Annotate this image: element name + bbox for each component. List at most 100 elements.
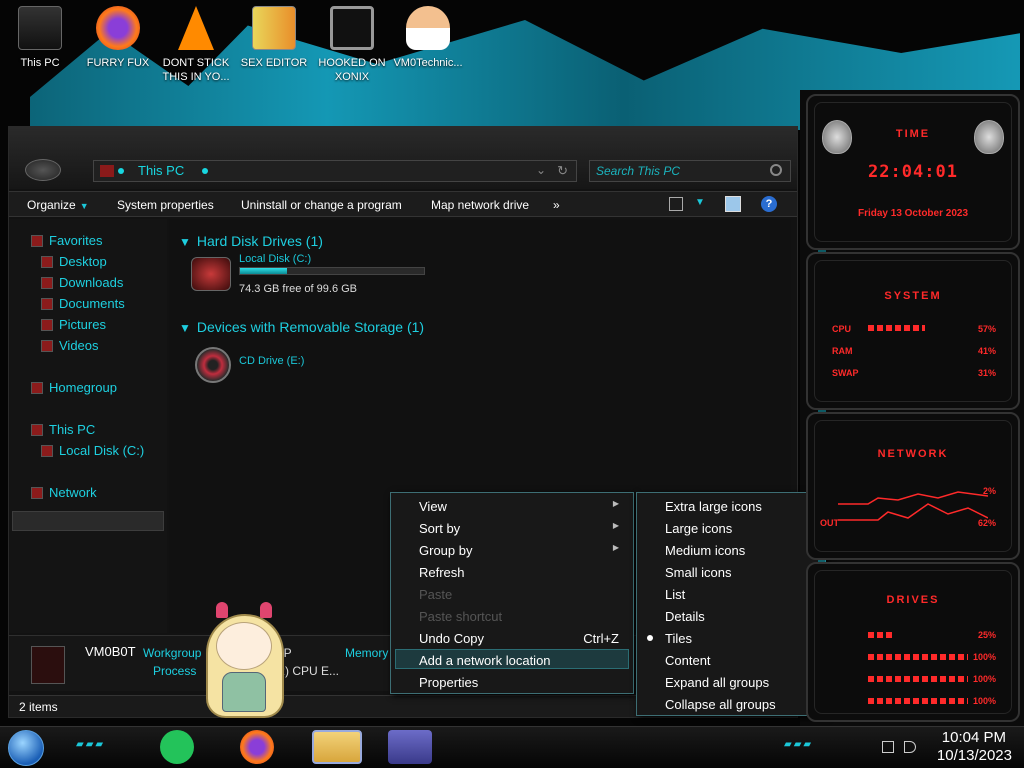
control-panel-icon[interactable] [388,730,432,764]
nav-videos[interactable]: Videos [41,338,99,353]
window-header: This PC ⌄ ↻ Search This PC [9,127,797,189]
nav-network[interactable]: Network [31,485,97,500]
nav-this-pc[interactable]: This PC [31,422,95,437]
memory-label: Memory [345,646,389,660]
search-input[interactable]: Search This PC [589,160,791,182]
menu-item-add-network-location[interactable]: Add a network location [419,653,551,668]
menu-item-refresh[interactable]: Refresh [419,565,465,580]
taskbar-time[interactable]: 10:04 PM [942,729,1006,746]
more-commands-button[interactable]: » [553,198,560,212]
nav-desktop[interactable]: Desktop [41,254,107,269]
navigation-pane: Favorites Desktop Downloads Documents Pi… [9,219,167,633]
map-network-drive-button[interactable]: Map network drive [431,198,529,212]
volume-tray-icon[interactable] [904,741,916,753]
notes-app-icon[interactable] [160,730,194,764]
menu-item-sort-by[interactable]: Sort by ▶ [419,521,627,536]
back-forward-button[interactable] [25,159,61,181]
view-submenu: Extra large icons Large icons Medium ico… [636,492,826,716]
view-details[interactable]: Details [665,609,705,624]
menu-item-paste-shortcut[interactable]: Paste shortcut [419,609,502,624]
view-large-icons[interactable]: Large icons [665,521,732,536]
file-explorer-icon[interactable] [312,730,362,764]
favorites-icon [31,235,43,247]
command-bar: Organize ▼ System properties Uninstall or… [9,191,797,217]
expand-all-groups[interactable]: Expand all groups [665,675,769,690]
nav-documents[interactable]: Documents [41,296,125,311]
chevron-down-icon: ▼ [179,235,191,249]
nav-pictures[interactable]: Pictures [41,317,106,332]
desktop-icon-vlc[interactable]: DONT STICK THIS IN YO... [156,6,236,84]
desktop-icon-hex-editor[interactable]: SEX EDITOR [234,6,314,70]
group-header-hard-disk[interactable]: ▼ Hard Disk Drives (1) [179,233,323,249]
selected-radio-icon [647,635,653,641]
pictures-folder-icon [41,319,53,331]
network-icon [31,487,43,499]
view-small-icons[interactable]: Small icons [665,565,731,580]
sticker-horn-right [260,602,272,618]
sticker-horn-left [216,602,228,618]
change-view-icon[interactable] [669,197,683,211]
time-gadget: TIME 22:04:01 Friday 13 October 2023 [806,94,1020,250]
view-content[interactable]: Content [665,653,711,668]
view-dropdown-icon[interactable]: ▼ [695,197,705,208]
menu-item-group-by[interactable]: Group by ▶ [419,543,627,558]
menu-item-paste[interactable]: Paste [419,587,452,602]
refresh-icon[interactable]: ↻ [557,163,568,179]
drive-usage-value: 100% [972,674,996,684]
collapse-all-groups[interactable]: Collapse all groups [665,697,776,712]
drive-usage-bar [239,267,425,275]
computer-name: VM0B0T [85,644,136,659]
documents-folder-icon [41,298,53,310]
taskbar-decoration: ▰▰▰ [784,739,814,750]
cpu-label: CPU [832,324,852,334]
view-list[interactable]: List [665,587,685,602]
view-tiles[interactable]: Tiles [665,631,692,646]
desktop-folder-icon [41,256,53,268]
desktop-icon-xonix[interactable]: HOOKED ON XONIX [312,6,392,84]
chevron-down-icon[interactable]: ⌄ [536,163,546,177]
system-gadget: SYSTEM CPU 57% RAM 41% SWAP 31% [806,252,1020,410]
uninstall-program-button[interactable]: Uninstall or change a program [241,198,402,212]
drive-name: Local Disk (C:) [239,253,312,265]
address-text: This PC [138,163,185,178]
desktop-icon-this-pc[interactable]: This PC [0,6,80,70]
ram-value: 41% [977,346,996,356]
star-butterfly-sticker [196,600,292,724]
desktop-icon-firefox[interactable]: FURRY FUX [78,6,158,70]
menu-item-undo-copy[interactable]: Undo Copy Ctrl+Z [419,631,633,646]
menu-item-view[interactable]: View ▶ [419,499,627,514]
organize-button[interactable]: Organize ▼ [27,198,89,212]
firefox-icon[interactable] [240,730,274,764]
this-pc-icon [100,165,114,177]
search-icon [770,164,782,176]
firefox-icon [96,6,140,50]
address-bar[interactable]: This PC ⌄ ↻ [93,160,577,182]
preview-pane-icon[interactable] [725,196,741,212]
hard-drive-icon [191,257,231,291]
taskbar: ▰▰▰ ▰▰▰ 10:04 PM 10/13/2023 [0,726,1024,768]
submenu-arrow-icon: ▶ [612,543,619,552]
taskbar-date[interactable]: 10/13/2023 [937,747,1012,764]
system-properties-button[interactable]: System properties [117,198,214,212]
drive-usage-bar [868,654,968,660]
hard-drive-icon [41,445,53,457]
start-orb-icon[interactable] [8,730,44,766]
group-header-removable[interactable]: ▼ Devices with Removable Storage (1) [179,319,424,335]
computer-icon [18,6,62,50]
view-medium-icons[interactable]: Medium icons [665,543,745,558]
view-extra-large-icons[interactable]: Extra large icons [665,499,762,514]
nav-downloads[interactable]: Downloads [41,275,123,290]
gadget-clock: 22:04:01 [868,162,958,182]
nav-local-disk[interactable]: Local Disk (C:) [41,443,144,458]
nav-selection-highlight [12,511,164,531]
network-tray-icon[interactable] [882,741,894,753]
nav-favorites[interactable]: Favorites [31,233,102,248]
desktop-icon-vm0technic[interactable]: VM0Technic... [388,6,468,70]
sticker-dress [222,672,266,712]
drive-usage-fill [240,268,287,274]
gadget-date: Friday 13 October 2023 [857,208,969,219]
help-icon[interactable]: ? [761,196,777,212]
menu-item-properties[interactable]: Properties [419,675,478,690]
computer-icon [31,424,43,436]
nav-homegroup[interactable]: Homegroup [31,380,117,395]
